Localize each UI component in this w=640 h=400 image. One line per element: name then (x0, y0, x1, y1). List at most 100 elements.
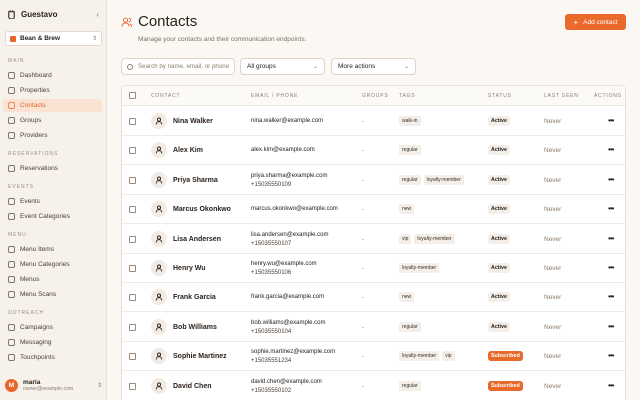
sidebar-item-label: Contacts (20, 102, 46, 109)
column-header[interactable]: LAST SEEN (544, 93, 579, 99)
sidebar-item-reservations[interactable]: Reservations (3, 162, 102, 175)
more-actions-icon[interactable]: ••• (608, 322, 614, 331)
last-seen: Never (544, 382, 562, 390)
user-icon (155, 146, 163, 154)
column-header[interactable]: STATUS (488, 93, 512, 99)
tag-badge: regular (399, 174, 421, 185)
contact-name[interactable]: Sophie Martinez (173, 353, 227, 360)
contact-name[interactable]: Henry Wu (173, 265, 206, 272)
contact-email: frank.garcia@example.com (251, 294, 325, 301)
column-header[interactable]: GROUPS (362, 93, 388, 99)
row-checkbox[interactable] (129, 147, 136, 155)
sidebar-item-touchpoints[interactable]: Touchpoints (3, 351, 102, 364)
table-row[interactable]: Frank Garcia frank.garcia@example.com - new… (122, 283, 625, 313)
contact-name[interactable]: Marcus Okonkwo (173, 206, 231, 213)
more-actions-icon[interactable]: ••• (608, 234, 614, 243)
contact-avatar (151, 318, 167, 335)
sidebar-item-events[interactable]: Events (3, 195, 102, 208)
sidebar-item-label: Touchpoints (20, 354, 55, 361)
last-seen: Never (544, 294, 562, 302)
row-checkbox[interactable] (129, 206, 136, 214)
contact-phone: +15035550109 (251, 181, 292, 188)
calendar-icon (8, 165, 15, 172)
row-checkbox[interactable] (129, 176, 136, 184)
contact-tags: vip loyalty-member (399, 233, 455, 244)
more-actions-icon[interactable]: ••• (608, 263, 614, 272)
select-all-checkbox[interactable] (129, 92, 136, 99)
column-header[interactable]: EMAIL / PHONE (251, 93, 298, 99)
logo-icon (8, 9, 15, 19)
search-box[interactable] (121, 58, 235, 75)
sidebar-item-menus[interactable]: Menus (3, 273, 102, 286)
more-actions-icon[interactable]: ••• (608, 175, 614, 184)
table-row[interactable]: Nina Walker nina.walker@example.com - walk-… (122, 107, 625, 136)
more-actions-icon[interactable]: ••• (608, 381, 614, 390)
table-row[interactable]: Marcus Okonkwo marcus.okonkwo@example.com… (122, 195, 625, 225)
row-checkbox[interactable] (129, 235, 136, 243)
last-seen: Never (544, 265, 562, 272)
more-actions-icon[interactable]: ••• (608, 145, 614, 154)
table-row[interactable]: Priya Sharma priya.sharma@example.com +150… (122, 166, 625, 195)
contact-avatar (151, 201, 167, 218)
table-row[interactable]: Sophie Martinez sophie.martinez@example.c… (122, 342, 625, 372)
table-row[interactable]: Bob Williams bob.williams@example.com +150… (122, 313, 625, 342)
table-row[interactable]: David Chen david.chen@example.com +1503555… (122, 372, 625, 400)
sidebar-item-menu-items[interactable]: Menu Items (3, 243, 102, 256)
contact-groups: - (362, 323, 365, 331)
sidebar-item-contacts[interactable]: Contacts (3, 99, 102, 112)
tag-badge: new (399, 204, 415, 215)
workspace-name: Bean & Brew (20, 35, 61, 42)
more-actions-icon[interactable]: ••• (608, 204, 614, 213)
contact-name[interactable]: Lisa Andersen (173, 236, 221, 243)
search-input[interactable] (138, 63, 233, 70)
contact-name[interactable]: Nina Walker (173, 118, 213, 125)
contact-groups: - (362, 176, 365, 184)
row-checkbox[interactable] (129, 118, 136, 125)
tag-badge: loyalty-member (399, 351, 440, 362)
contact-tags: walk-in (399, 116, 421, 126)
user-icon (155, 176, 163, 184)
more-actions-icon[interactable]: ••• (608, 351, 614, 360)
contact-phone: +15035550104 (251, 328, 292, 335)
contact-name[interactable]: Bob Williams (173, 324, 217, 331)
chevron-left-icon[interactable]: ‹ (96, 10, 99, 19)
sidebar-item-groups[interactable]: Groups (3, 114, 102, 127)
scan-icon (8, 291, 15, 298)
row-checkbox[interactable] (129, 382, 136, 390)
contact-email: henry.wu@example.com (251, 261, 317, 267)
column-header[interactable]: CONTACT (151, 93, 180, 99)
row-checkbox[interactable] (129, 294, 136, 302)
contact-name[interactable]: Priya Sharma (173, 177, 218, 184)
add-contact-button[interactable]: + Add contact (565, 14, 626, 30)
sidebar-item-campaigns[interactable]: Campaigns (3, 321, 102, 334)
last-seen: Never (544, 176, 562, 184)
more-actions-icon[interactable]: ••• (608, 116, 614, 125)
nav-section-title: MENU (8, 232, 27, 238)
sidebar-item-messaging[interactable]: Messaging (3, 336, 102, 349)
column-header[interactable]: TAGS (399, 93, 415, 99)
tag-badge: loyalty-member (414, 233, 455, 244)
sidebar-item-providers[interactable]: Providers (3, 129, 102, 142)
more-actions-icon[interactable]: ••• (608, 292, 614, 301)
contact-name[interactable]: David Chen (173, 383, 212, 390)
page-subtitle: Manage your contacts and their communica… (138, 36, 307, 43)
sidebar-item-menu-scans[interactable]: Menu Scans (3, 288, 102, 301)
row-checkbox[interactable] (129, 353, 136, 361)
user-menu[interactable]: M maria owner@example.com ⇕ (5, 375, 102, 395)
groups-select[interactable]: All groups ⌄ (240, 58, 325, 75)
row-checkbox[interactable] (129, 323, 136, 331)
sidebar-item-menu-categories[interactable]: Menu Categories (3, 258, 102, 271)
sidebar-item-dashboard[interactable]: Dashboard (3, 69, 102, 82)
table-row[interactable]: Alex Kim alex.kim@example.com - regular Acti… (122, 136, 625, 166)
user-icon (155, 382, 163, 390)
sidebar-item-properties[interactable]: Properties (3, 84, 102, 97)
workspace-switcher[interactable]: Bean & Brew ⇕ (5, 31, 102, 46)
more-actions-select[interactable]: More actions ⌄ (331, 58, 416, 75)
contact-name[interactable]: Alex Kim (173, 147, 203, 154)
table-row[interactable]: Henry Wu henry.wu@example.com +15035550106… (122, 254, 625, 283)
sidebar-item-event-categories[interactable]: Event Categories (3, 210, 102, 223)
table-row[interactable]: Lisa Andersen lisa.andersen@example.com +1… (122, 225, 625, 254)
contact-name[interactable]: Frank Garcia (173, 294, 216, 301)
row-checkbox[interactable] (129, 265, 136, 272)
status-badge: Active (488, 116, 510, 126)
